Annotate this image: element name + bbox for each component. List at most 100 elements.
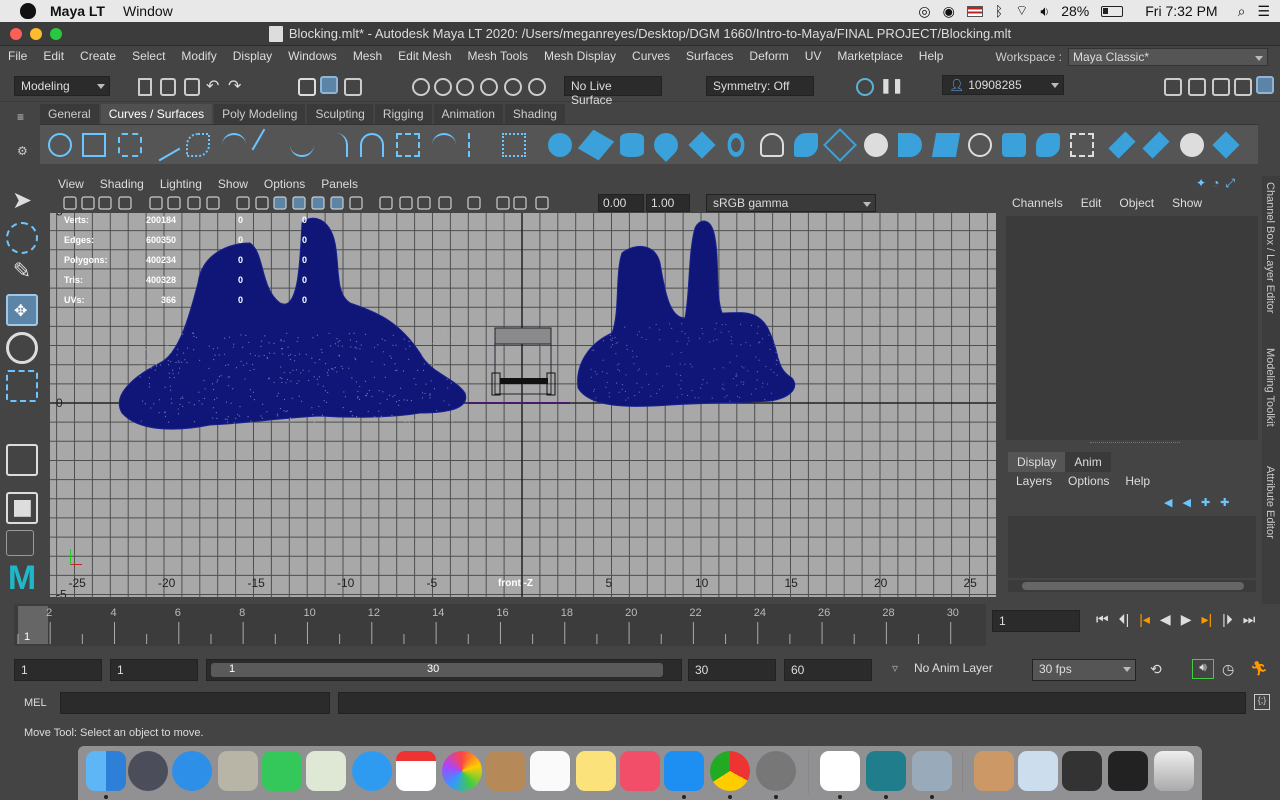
step-forward-frame-icon[interactable]: ▸| xyxy=(1201,611,1212,628)
menu-set-dropdown[interactable]: Modeling xyxy=(14,76,110,96)
layer-menu-help[interactable]: Help xyxy=(1125,474,1150,488)
single-perspective-layout-icon[interactable] xyxy=(6,444,38,476)
exposure-field[interactable]: 0.00 xyxy=(598,194,644,212)
safari-icon[interactable] xyxy=(172,751,212,791)
menu-create[interactable]: Create xyxy=(72,49,124,63)
maya-lt-icon[interactable] xyxy=(866,751,906,791)
side-tab-attribute-editor[interactable]: Attribute Editor xyxy=(1264,466,1276,539)
script-editor-icon[interactable]: {;} xyxy=(1254,694,1270,710)
menu-select[interactable]: Select xyxy=(124,49,173,63)
viewport-menu-shading[interactable]: Shading xyxy=(92,175,152,193)
facetime-icon[interactable] xyxy=(262,751,302,791)
time-slider[interactable]: 2 4 6 8 10 12 14 16 18 20 22 24 26 28 30 1 xyxy=(14,604,986,646)
move-layer-down-icon[interactable]: ◀ xyxy=(1182,496,1190,509)
step-forward-key-icon[interactable]: |⏵ xyxy=(1222,611,1233,628)
project-curve-icon[interactable] xyxy=(1036,133,1060,157)
lasso-tool-icon[interactable] xyxy=(6,222,38,254)
animation-end-field[interactable]: 60 xyxy=(784,659,872,681)
live-surface-field[interactable]: No Live Surface xyxy=(564,76,662,107)
channel-box-menu-show[interactable]: Show xyxy=(1172,196,1202,210)
system-preferences-icon[interactable] xyxy=(756,751,796,791)
viewport-canvas[interactable]: -25-20-15-10-55101520251050-5-10 xyxy=(50,213,996,597)
scale-tool-icon[interactable] xyxy=(6,370,38,402)
spotlight-icon[interactable]: ⌕ xyxy=(1238,3,1246,20)
calendar-icon[interactable] xyxy=(396,751,436,791)
curve-editing-icon[interactable] xyxy=(468,133,492,157)
anti-aliasing-icon[interactable] xyxy=(417,196,431,210)
toolkit-icon[interactable] xyxy=(1164,78,1182,96)
command-input[interactable] xyxy=(60,692,330,714)
bluetooth-icon[interactable]: ᛒ xyxy=(995,3,1003,19)
reminders-icon[interactable] xyxy=(530,751,570,791)
square-surface-icon[interactable] xyxy=(1002,133,1026,157)
notification-center-icon[interactable]: ☰ xyxy=(1257,3,1270,20)
photos-icon[interactable] xyxy=(442,751,482,791)
play-backward-icon[interactable]: ◀ xyxy=(1160,611,1171,628)
camera-attributes-icon[interactable] xyxy=(81,196,95,210)
menu-mesh-display[interactable]: Mesh Display xyxy=(536,49,624,63)
expand-icon[interactable]: ⤢ xyxy=(1225,176,1235,191)
step-back-key-icon[interactable]: ⏴| xyxy=(1119,611,1130,628)
nurbs-circle-icon[interactable] xyxy=(48,133,72,157)
shelf-tab-curves-surfaces[interactable]: Curves / Surfaces xyxy=(100,104,213,124)
xray-joints-icon[interactable] xyxy=(535,196,549,210)
film-gate-icon[interactable] xyxy=(167,196,181,210)
menu-file[interactable]: File xyxy=(0,49,35,63)
circle-icon[interactable]: ◉ xyxy=(943,3,955,20)
new-layer-icon[interactable]: ✚ xyxy=(1201,496,1210,509)
revolve-icon[interactable] xyxy=(760,133,784,157)
camera-select-icon[interactable] xyxy=(63,196,77,210)
menu-surfaces[interactable]: Surfaces xyxy=(678,49,741,63)
insert-isoparm-icon[interactable] xyxy=(1108,131,1136,159)
viewport-menu-panels[interactable]: Panels xyxy=(313,175,366,193)
go-to-end-icon[interactable]: ⏭ xyxy=(1243,611,1256,628)
range-handle[interactable]: 1 30 xyxy=(211,663,663,677)
viewport-menu-view[interactable]: View xyxy=(50,175,92,193)
layer-menu-layers[interactable]: Layers xyxy=(1016,474,1052,488)
nurbs-cone-icon[interactable] xyxy=(649,128,683,162)
recent-items-icon[interactable] xyxy=(1108,751,1148,791)
shelf-tab-sculpting[interactable]: Sculpting xyxy=(307,104,373,124)
channel-box-menu-object[interactable]: Object xyxy=(1119,196,1154,210)
rock-mesh-right[interactable] xyxy=(577,220,796,407)
mail-icon[interactable] xyxy=(218,751,258,791)
select-object-icon[interactable] xyxy=(320,76,338,94)
front-viewport[interactable]: -25-20-15-10-55101520251050-5-10 Verts:2… xyxy=(50,213,996,597)
shelf-tab-general[interactable]: General xyxy=(40,104,99,124)
new-layer-selected-icon[interactable]: ✚ xyxy=(1220,496,1229,509)
channel-box-menu-edit[interactable]: Edit xyxy=(1081,196,1102,210)
playback-start-field[interactable]: 1 xyxy=(110,659,198,681)
current-frame-indicator[interactable] xyxy=(18,606,48,644)
birail-icon[interactable] xyxy=(898,133,922,157)
shapes-icon[interactable]: ✦ xyxy=(1196,176,1206,191)
go-to-start-icon[interactable]: ⏮ xyxy=(1096,611,1109,628)
attach-curves-icon[interactable] xyxy=(222,133,246,157)
nurbs-cube-icon[interactable] xyxy=(577,129,615,161)
depth-of-field-icon[interactable] xyxy=(438,196,452,210)
close-window-button[interactable] xyxy=(10,28,22,40)
shelf-tab-shading[interactable]: Shading xyxy=(504,104,565,124)
motion-blur-icon[interactable] xyxy=(399,196,413,210)
panel-splitter[interactable] xyxy=(1090,442,1180,448)
color-space-dropdown[interactable]: sRGB gamma xyxy=(706,194,876,212)
menu-display[interactable]: Display xyxy=(225,49,280,63)
attach-surfaces-icon[interactable] xyxy=(1142,131,1170,159)
channel-box-icon[interactable] xyxy=(1256,76,1274,94)
loop-icon[interactable]: ⟲ xyxy=(1150,661,1162,678)
new-scene-icon[interactable] xyxy=(138,78,152,96)
bevel-plus-icon[interactable] xyxy=(931,133,961,157)
nurbs-cylinder-icon[interactable] xyxy=(620,133,644,157)
nurbs-sphere-icon[interactable] xyxy=(548,133,572,157)
menu-modify[interactable]: Modify xyxy=(173,49,224,63)
gamma-field[interactable]: 1.00 xyxy=(646,194,690,212)
render-icon[interactable] xyxy=(856,78,874,96)
undo-icon[interactable]: ↶ xyxy=(206,76,219,96)
extrude-icon[interactable] xyxy=(864,133,888,157)
refresh-icon[interactable]: ◔ xyxy=(1212,176,1219,191)
smooth-shade-icon[interactable] xyxy=(273,196,287,210)
wireframe-icon[interactable] xyxy=(255,196,269,210)
contacts-icon[interactable] xyxy=(486,751,526,791)
chevron-down-icon[interactable]: ▿ xyxy=(892,661,898,675)
open-scene-icon[interactable] xyxy=(160,78,176,96)
paint-select-icon[interactable]: ✎ xyxy=(6,258,38,290)
